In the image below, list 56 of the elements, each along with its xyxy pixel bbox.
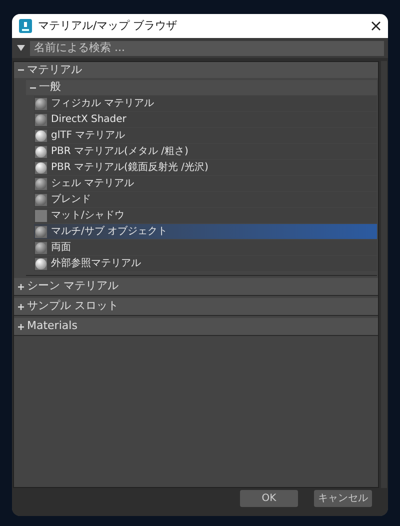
swatch-icon [35, 210, 47, 222]
sphere-icon [35, 242, 47, 254]
sphere-icon [35, 98, 47, 110]
material-item[interactable]: フィジカル マテリアル [34, 96, 377, 111]
category-header[interactable]: Materials [14, 318, 378, 336]
sphere-icon [35, 194, 47, 206]
item-label: ブレンド [51, 192, 91, 207]
category-label: 一般 [39, 79, 61, 96]
material-item[interactable]: マット/シャドウ [34, 208, 377, 223]
collapse-icon[interactable] [30, 84, 36, 90]
category-header[interactable]: シーン マテリアル [14, 278, 378, 296]
sphere-icon [35, 178, 47, 190]
item-label: マット/シャドウ [51, 209, 124, 223]
item-label: 両面 [51, 241, 71, 255]
expand-icon[interactable] [18, 304, 24, 310]
dialog-button[interactable]: OK [240, 490, 298, 507]
material-item[interactable]: マルチ/サブ オブジェクト [34, 224, 377, 239]
window-title: マテリアル/マップ ブラウザ [38, 18, 178, 34]
app-icon [19, 19, 32, 33]
category-label: サンプル スロット [27, 298, 118, 314]
sphere-icon [35, 130, 47, 142]
item-label: 外部参照マテリアル [51, 256, 141, 271]
close-icon[interactable] [371, 21, 381, 31]
item-label: シェル マテリアル [51, 177, 134, 191]
item-label: PBR マテリアル(鏡面反射光 /光沢) [51, 160, 208, 175]
search-field[interactable]: 名前による検索 ... [30, 40, 384, 56]
material-item[interactable]: シェル マテリアル [34, 176, 377, 191]
dialog-button[interactable]: キャンセル [314, 490, 372, 507]
material-item[interactable]: DirectX Shader [34, 112, 377, 127]
sphere-icon [35, 258, 47, 270]
material-item[interactable]: 両面 [34, 240, 377, 255]
category-header[interactable]: 一般 [26, 80, 377, 95]
expand-icon[interactable] [18, 284, 24, 290]
sphere-icon [35, 114, 47, 126]
item-label: PBR マテリアル(メタル /粗さ) [51, 145, 188, 159]
material-item[interactable]: ブレンド [34, 192, 377, 207]
material-item[interactable]: glTF マテリアル [34, 128, 377, 143]
sphere-icon [35, 226, 47, 238]
scrollbar[interactable] [381, 61, 387, 488]
category-label: Materials [27, 318, 78, 334]
material-item[interactable]: PBR マテリアル(鏡面反射光 /光沢) [34, 160, 377, 175]
sphere-icon [35, 162, 47, 174]
category-header[interactable]: マテリアル [14, 62, 378, 78]
item-label: DirectX Shader [51, 113, 126, 127]
dropdown-icon[interactable] [16, 44, 26, 52]
expand-icon[interactable] [18, 324, 24, 330]
item-label: glTF マテリアル [51, 129, 126, 143]
category-header[interactable]: サンプル スロット [14, 298, 378, 316]
category-label: シーン マテリアル [27, 278, 118, 294]
item-label: マルチ/サブ オブジェクト [51, 224, 168, 239]
collapse-icon[interactable] [18, 67, 24, 73]
sphere-icon [35, 146, 47, 158]
material-item[interactable]: 外部参照マテリアル [34, 256, 377, 271]
category-label: マテリアル [27, 62, 82, 78]
material-item[interactable]: PBR マテリアル(メタル /粗さ) [34, 144, 377, 159]
item-label: フィジカル マテリアル [51, 97, 154, 111]
